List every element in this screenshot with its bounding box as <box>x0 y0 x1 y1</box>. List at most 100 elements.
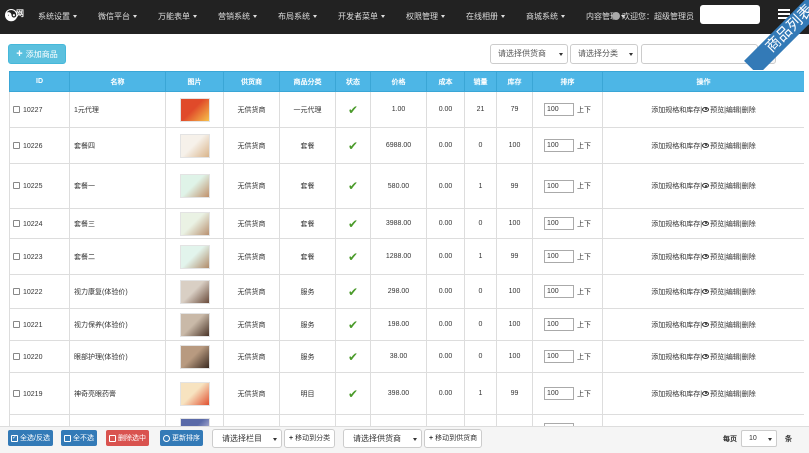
edit-link[interactable]: 编辑 <box>726 254 740 261</box>
add-spec-link[interactable]: 添加规格和库存 <box>651 183 700 190</box>
add-spec-link[interactable]: 添加规格和库存 <box>651 221 700 228</box>
menu-item-forms[interactable]: 万能表单 <box>158 0 218 34</box>
site-logo[interactable]: ☯ 网 <box>4 6 30 26</box>
menu-item-album[interactable]: 在线相册 <box>466 0 526 34</box>
row-checkbox[interactable] <box>13 320 20 328</box>
welcome-user[interactable]: 欢迎您：超级管理员 <box>612 0 694 34</box>
sort-input[interactable]: 100 <box>544 285 574 298</box>
product-thumbnail[interactable] <box>179 97 210 122</box>
sort-input[interactable]: 100 <box>544 139 574 152</box>
delete-link[interactable]: 删除 <box>742 107 756 114</box>
row-checkbox[interactable] <box>13 141 20 149</box>
check-icon[interactable]: ✔ <box>348 217 358 231</box>
preview-link[interactable]: 预览 <box>710 354 724 361</box>
add-spec-link[interactable]: 添加规格和库存 <box>651 254 700 261</box>
move-to-supplier-button[interactable]: + 移动到供货商 <box>424 429 483 448</box>
preview-link[interactable]: 预览 <box>710 183 724 190</box>
check-icon[interactable]: ✔ <box>348 387 358 401</box>
edit-link[interactable]: 编辑 <box>726 322 740 329</box>
sort-input[interactable]: 100 <box>544 350 574 363</box>
check-icon[interactable]: ✔ <box>348 179 358 193</box>
update-sort-button[interactable]: 更新排序 <box>160 430 203 446</box>
delete-link[interactable]: 删除 <box>742 322 756 329</box>
edit-link[interactable]: 编辑 <box>726 143 740 150</box>
product-thumbnail[interactable] <box>179 244 210 269</box>
product-thumbnail[interactable] <box>179 417 210 426</box>
select-none-button[interactable]: 全不选 <box>61 430 97 446</box>
add-spec-link[interactable]: 添加规格和库存 <box>651 354 700 361</box>
ribbon-label: 商品列表 <box>744 0 809 70</box>
add-spec-link[interactable]: 添加规格和库存 <box>651 322 700 329</box>
menu-item-system[interactable]: 系统设置 <box>38 0 98 34</box>
row-checkbox[interactable] <box>13 287 20 295</box>
sort-input[interactable]: 100 <box>544 250 574 263</box>
check-icon[interactable]: ✔ <box>348 139 358 153</box>
delete-link[interactable]: 删除 <box>742 391 756 398</box>
add-spec-link[interactable]: 添加规格和库存 <box>651 107 700 114</box>
sort-input[interactable]: 100 <box>544 103 574 116</box>
delete-link[interactable]: 删除 <box>742 289 756 296</box>
sort-input[interactable]: 100 <box>544 387 574 400</box>
product-thumbnail[interactable] <box>179 133 210 158</box>
edit-link[interactable]: 编辑 <box>726 391 740 398</box>
supplier-move-select[interactable]: 请选择供货商 <box>343 429 422 448</box>
menu-item-marketing[interactable]: 营销系统 <box>218 0 278 34</box>
edit-link[interactable]: 编辑 <box>726 183 740 190</box>
product-thumbnail[interactable] <box>179 312 210 337</box>
sort-input[interactable]: 100 <box>544 217 574 230</box>
preview-link[interactable]: 预览 <box>710 254 724 261</box>
preview-link[interactable]: 预览 <box>710 221 724 228</box>
row-checkbox[interactable] <box>13 252 20 260</box>
add-spec-link[interactable]: 添加规格和库存 <box>651 143 700 150</box>
select-all-button[interactable]: ✓ 全选/反选 <box>8 430 53 446</box>
delete-selected-button[interactable]: 删除选中 <box>106 430 149 446</box>
sort-input[interactable]: 100 <box>544 318 574 331</box>
per-page-select[interactable]: 10 <box>741 430 777 447</box>
preview-link[interactable]: 预览 <box>710 289 724 296</box>
check-icon[interactable]: ✔ <box>348 250 358 264</box>
add-product-button[interactable]: + 添加商品 <box>8 44 66 64</box>
status-cell: ✔ <box>335 274 371 309</box>
preview-link[interactable]: 预览 <box>710 322 724 329</box>
supplier-filter-select[interactable]: 请选择供货商 <box>490 44 568 64</box>
add-spec-link[interactable]: 添加规格和库存 <box>651 289 700 296</box>
row-checkbox[interactable] <box>13 105 20 113</box>
product-thumbnail[interactable] <box>179 381 210 406</box>
menu-item-permissions[interactable]: 权限管理 <box>406 0 466 34</box>
edit-link[interactable]: 编辑 <box>726 289 740 296</box>
check-icon[interactable]: ✔ <box>348 285 358 299</box>
product-thumbnail[interactable] <box>179 279 210 304</box>
edit-link[interactable]: 编辑 <box>726 107 740 114</box>
sort-input[interactable]: 100 <box>544 179 574 193</box>
check-icon[interactable]: ✔ <box>348 103 358 117</box>
product-thumbnail[interactable] <box>179 174 210 198</box>
menu-item-wechat[interactable]: 微信平台 <box>98 0 158 34</box>
menu-item-developer[interactable]: 开发者菜单 <box>338 0 406 34</box>
category-filter-select[interactable]: 请选择分类 <box>570 44 638 64</box>
row-checkbox[interactable] <box>13 219 20 227</box>
delete-link[interactable]: 删除 <box>742 354 756 361</box>
check-icon[interactable]: ✔ <box>348 318 358 332</box>
cost-cell: 0.00 <box>426 127 465 164</box>
add-spec-link[interactable]: 添加规格和库存 <box>651 391 700 398</box>
row-checkbox[interactable] <box>13 352 20 360</box>
check-icon[interactable]: ✔ <box>348 350 358 364</box>
name-cell: 1元代理 <box>69 91 166 128</box>
product-thumbnail[interactable] <box>179 211 210 236</box>
row-checkbox[interactable] <box>13 182 20 189</box>
delete-link[interactable]: 删除 <box>742 143 756 150</box>
row-checkbox[interactable] <box>13 389 20 397</box>
preview-link[interactable]: 预览 <box>710 107 724 114</box>
menu-item-layout[interactable]: 布局系统 <box>278 0 338 34</box>
delete-link[interactable]: 删除 <box>742 221 756 228</box>
move-to-category-button[interactable]: + 移动到分类 <box>284 429 336 448</box>
edit-link[interactable]: 编辑 <box>726 221 740 228</box>
product-thumbnail[interactable] <box>179 344 210 369</box>
column-select[interactable]: 请选择栏目 <box>212 429 282 448</box>
menu-item-mall[interactable]: 商城系统 <box>526 0 586 34</box>
delete-link[interactable]: 删除 <box>742 183 756 190</box>
preview-link[interactable]: 预览 <box>710 391 724 398</box>
delete-link[interactable]: 删除 <box>742 254 756 261</box>
preview-link[interactable]: 预览 <box>710 143 724 150</box>
edit-link[interactable]: 编辑 <box>726 354 740 361</box>
